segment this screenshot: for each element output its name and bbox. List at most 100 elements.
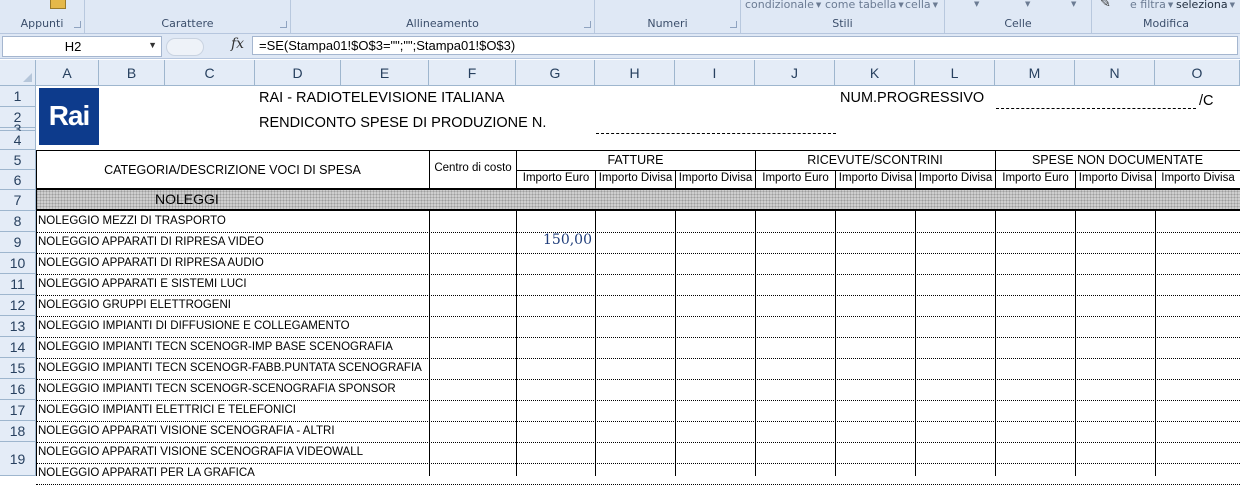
column-header-l[interactable]: L (915, 60, 995, 86)
dialog-launcher-icon[interactable] (74, 21, 81, 28)
sub-header-importo: Importo Divisa (598, 172, 673, 184)
sort-filter-button[interactable]: e filtra ▼ (1130, 0, 1173, 11)
sub-header-importo: Importo Divisa (838, 172, 913, 184)
column-header-n[interactable]: N (1075, 60, 1155, 86)
section-title: NOLEGGI (155, 191, 219, 207)
centro-di-costo-header: Centro di costo (434, 162, 512, 174)
row-header-6[interactable]: 6 (0, 170, 36, 190)
row-header-5[interactable]: 5 (0, 150, 36, 170)
ribbon-group-appunti: Appunti (0, 0, 85, 33)
dropdown-arrow-icon: ▼ (815, 1, 822, 9)
insert-dropdown-icon[interactable]: ▼ (972, 0, 979, 10)
name-box[interactable]: H2 ▼ (2, 36, 162, 57)
column-border (755, 150, 756, 190)
button-label: cella (905, 0, 931, 11)
insert-function-icon[interactable]: fx (231, 36, 244, 52)
sub-header-importo: Importo Euro (762, 172, 829, 184)
row-header-13[interactable]: 13 (0, 316, 36, 337)
expense-item-label[interactable]: NOLEGGIO APPARATI DI RIPRESA AUDIO (38, 257, 264, 269)
column-header-k[interactable]: K (835, 60, 915, 86)
fatture-header: FATTURE (607, 153, 664, 167)
column-header-d[interactable]: D (255, 60, 341, 86)
column-border (429, 150, 430, 190)
ribbon-group-modifica: ✎ e filtra ▼ seleziona ▼ Modifica (1092, 0, 1240, 33)
dialog-launcher-icon[interactable] (730, 21, 737, 28)
select-all-button[interactable] (0, 60, 36, 86)
column-header-o[interactable]: O (1155, 60, 1240, 86)
ribbon-group-numeri: Numeri (595, 0, 741, 33)
find-select-button[interactable]: seleziona ▼ (1176, 0, 1235, 11)
column-header-j[interactable]: J (755, 60, 835, 86)
formula-input[interactable]: =SE(Stampa01!$O$3="";"";Stampa01!$O$3) (252, 36, 1238, 55)
column-border (516, 150, 517, 190)
ribbon-group-label: Appunti (20, 17, 64, 30)
conditional-format-button[interactable]: condizionale ▼ (745, 0, 821, 11)
expense-item-label[interactable]: NOLEGGIO APPARATI VISIONE SCENOGRAFIA VI… (38, 446, 363, 458)
sub-header-importo: Importo Divisa (1161, 172, 1235, 184)
row-header-15[interactable]: 15 (0, 358, 36, 379)
row-divider (36, 274, 1240, 275)
dialog-launcher-icon[interactable] (584, 21, 591, 28)
ribbon-group-label: Modifica (1143, 17, 1189, 30)
column-header-a[interactable]: A (36, 60, 99, 86)
ribbon-group-celle: ▼ ▼ ▼ Celle (945, 0, 1092, 33)
expand-formula-icon[interactable] (166, 38, 204, 56)
row-header-14[interactable]: 14 (0, 337, 36, 358)
column-border (1075, 211, 1076, 476)
column-header-b[interactable]: B (99, 60, 165, 86)
num-progressivo-line (996, 108, 1196, 109)
column-header-f[interactable]: F (429, 60, 516, 86)
expense-item-label[interactable]: NOLEGGIO APPARATI E SISTEMI LUCI (38, 278, 247, 290)
format-as-table-button[interactable]: come tabella ▼ (825, 0, 904, 11)
column-header-i[interactable]: I (675, 60, 755, 86)
dropdown-arrow-icon: ▼ (1167, 1, 1174, 9)
column-header-c[interactable]: C (165, 60, 255, 86)
title-line-2: RENDICONTO SPESE DI PRODUZIONE N. (259, 115, 547, 131)
row-header-9[interactable]: 9 (0, 232, 36, 253)
column-border (595, 211, 596, 476)
dropdown-arrow-icon: ▼ (898, 1, 904, 9)
row-divider (36, 421, 1240, 422)
expense-item-label[interactable]: NOLEGGIO IMPIANTI TECN SCENOGR-FABB.PUNT… (38, 362, 422, 374)
row-header-1[interactable]: 1 (0, 86, 36, 107)
row-header-18[interactable]: 18 (0, 421, 36, 442)
expense-item-label[interactable]: NOLEGGIO GRUPPI ELETTROGENI (38, 299, 231, 311)
chevron-down-icon[interactable]: ▼ (148, 40, 157, 50)
expense-item-label[interactable]: NOLEGGIO MEZZI DI TRASPORTO (38, 215, 226, 227)
column-header-e[interactable]: E (341, 60, 429, 86)
name-box-value: H2 (64, 39, 82, 54)
sub-header-importo: Importo Divisa (1078, 172, 1153, 184)
column-header-g[interactable]: G (516, 60, 595, 86)
column-header-h[interactable]: H (595, 60, 675, 86)
clear-icon[interactable]: ✎ (1100, 0, 1111, 11)
column-header-m[interactable]: M (995, 60, 1075, 86)
format-dropdown-icon[interactable]: ▼ (1069, 0, 1076, 10)
expense-item-label[interactable]: NOLEGGIO APPARATI PER LA GRAFICA (38, 467, 255, 479)
cell-styles-button[interactable]: cella ▼ (905, 0, 938, 11)
row-divider (36, 253, 1240, 254)
delete-dropdown-icon[interactable]: ▼ (1023, 0, 1030, 10)
row-header-12[interactable]: 12 (0, 295, 36, 316)
expense-item-label[interactable]: NOLEGGIO APPARATI VISIONE SCENOGRAFIA - … (38, 425, 335, 437)
expense-item-label[interactable]: NOLEGGIO IMPIANTI TECN SCENOGR-IMP BASE … (38, 341, 393, 353)
column-border (835, 170, 836, 190)
row-header-17[interactable]: 17 (0, 400, 36, 421)
row-header-4[interactable]: 4 (0, 131, 36, 150)
row-header-7[interactable]: 7 (0, 190, 36, 211)
column-border (915, 211, 916, 476)
paste-format-icon[interactable] (50, 0, 66, 9)
expense-item-label[interactable]: NOLEGGIO APPARATI DI RIPRESA VIDEO (38, 236, 264, 248)
dialog-launcher-icon[interactable] (280, 21, 287, 28)
ribbon-group-label: Carattere (161, 17, 214, 30)
cell-g8-value[interactable]: 150,00 (516, 232, 592, 248)
expense-item-label[interactable]: NOLEGGIO IMPIANTI ELETTRICI E TELEFONICI (38, 404, 296, 416)
expense-item-label[interactable]: NOLEGGIO IMPIANTI TECN SCENOGR-SCENOGRAF… (38, 383, 396, 395)
row-header-16[interactable]: 16 (0, 379, 36, 400)
expense-item-label[interactable]: NOLEGGIO IMPIANTI DI DIFFUSIONE E COLLEG… (38, 320, 350, 332)
row-divider (36, 463, 1240, 464)
row-header-11[interactable]: 11 (0, 274, 36, 295)
row-header-8[interactable]: 8 (0, 211, 36, 232)
sub-header-importo: Importo Divisa (918, 172, 993, 184)
row-header-10[interactable]: 10 (0, 253, 36, 274)
row-header-19[interactable]: 19 (0, 442, 36, 476)
